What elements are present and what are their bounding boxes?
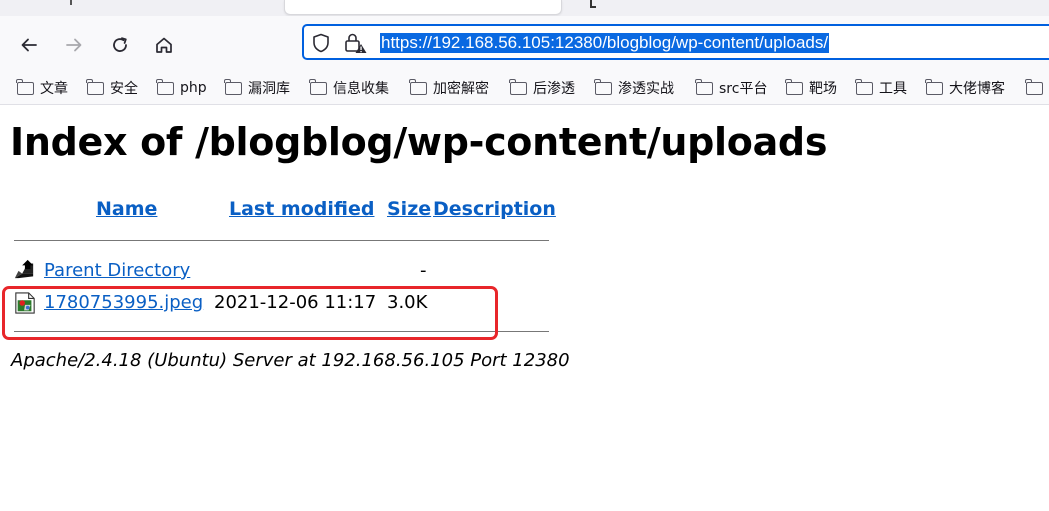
home-button[interactable] [149,30,179,60]
bookmark-label: 后渗透 [533,81,575,97]
tab-fragment [590,0,596,8]
tab-fragment [70,0,72,5]
reload-button[interactable] [105,30,135,60]
folder-icon [16,78,34,95]
forward-button[interactable] [59,30,89,60]
folder-icon [409,78,427,95]
folder-icon [785,78,803,95]
bookmark-folder[interactable]: 信息收集 [309,78,389,98]
column-header-description[interactable]: Description [433,198,556,220]
row-size: - [420,260,427,281]
bookmark-label: php [180,80,207,96]
bookmark-label: 安全 [110,81,138,97]
bookmarks-toolbar: 文章 安全 php 漏洞库 信息收集 加密解密 后渗透 渗透实战 src平台 靶… [0,72,1049,105]
bookmark-label: 靶场 [809,81,837,97]
home-icon [156,37,172,53]
bookmark-folder[interactable]: 后渗透 [509,78,575,98]
folder-icon [855,78,873,95]
bookmark-label: 信息收集 [333,81,389,97]
navigation-toolbar: https://192.168.56.105:12380/blogblog/wp… [0,16,1049,72]
bookmark-folder[interactable]: src平台 [695,78,768,98]
bookmark-folder[interactable]: php [156,78,207,98]
folder-icon [925,78,943,95]
bookmark-folder[interactable]: 加密解密 [409,78,489,98]
back-button[interactable] [14,30,44,60]
server-signature: Apache/2.4.18 (Ubuntu) Server at 192.168… [11,350,570,371]
folder-icon [1025,78,1043,95]
bookmark-folder[interactable]: 文章 [16,78,68,98]
bookmark-label: 加密解密 [433,81,489,97]
bookmark-label: 渗透实战 [618,81,674,97]
column-header-last-modified[interactable]: Last modified [229,198,374,220]
bookmark-label: 大佬博客 [949,81,1005,97]
bookmark-folder-overflow[interactable] [1025,78,1049,98]
arrow-right-icon [66,38,82,52]
bookmark-label: 文章 [40,81,68,97]
parent-directory-link[interactable]: Parent Directory [44,260,190,281]
folder-icon [309,78,327,95]
bookmark-folder[interactable]: 靶场 [785,78,837,98]
back-folder-icon [14,259,34,279]
lock-warning-icon[interactable] [344,32,368,54]
shield-icon[interactable] [312,33,330,53]
page-title: Index of /blogblog/wp-content/uploads [10,120,828,164]
bookmark-folder[interactable]: 渗透实战 [594,78,674,98]
bookmark-folder[interactable]: 漏洞库 [224,78,290,98]
folder-icon [86,78,104,95]
tab-strip [0,0,1049,16]
column-header-size[interactable]: Size [387,198,431,220]
address-bar[interactable]: https://192.168.56.105:12380/blogblog/wp… [302,24,1049,60]
folder-icon [594,78,612,95]
bookmark-folder[interactable]: 工具 [855,78,907,98]
active-tab[interactable] [284,0,562,15]
folder-icon [695,78,713,95]
highlight-annotation-box [2,286,498,340]
bookmark-label: 漏洞库 [248,81,290,97]
url-text[interactable]: https://192.168.56.105:12380/blogblog/wp… [380,33,830,53]
arrow-left-icon [21,38,37,52]
bookmark-folder[interactable]: 大佬博客 [925,78,1005,98]
folder-icon [156,78,174,95]
folder-icon [224,78,242,95]
column-header-name[interactable]: Name [96,198,157,220]
reload-icon [113,37,127,52]
bookmark-label: src平台 [719,81,768,97]
bookmark-label: 工具 [879,81,907,97]
bookmark-folder[interactable]: 安全 [86,78,138,98]
folder-icon [509,78,527,95]
table-divider-top [14,240,549,241]
